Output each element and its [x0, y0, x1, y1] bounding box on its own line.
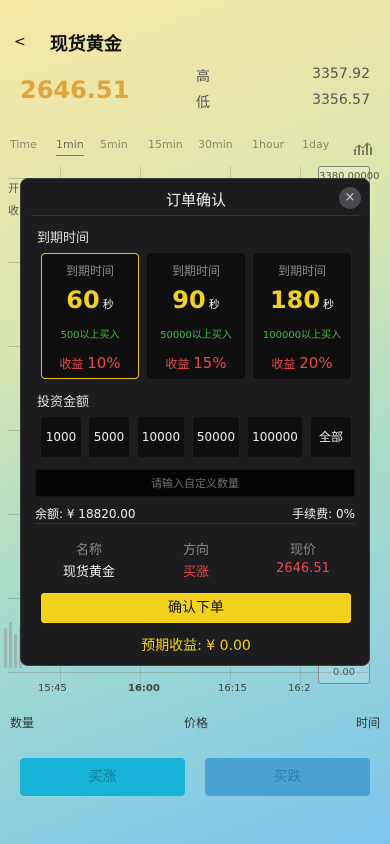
amount-option-10000[interactable]: 10000	[138, 417, 184, 457]
period-option-90[interactable]: 到期时间 90 秒 50000以上买入 收益 15%	[147, 253, 245, 379]
info-header-name: 名称	[75, 543, 102, 558]
period-profit: 收益 10%	[59, 354, 121, 372]
tab-5min[interactable]: 5min	[100, 138, 128, 151]
current-price: 2646.51	[20, 76, 130, 104]
close-label-fragment: 收	[8, 204, 19, 217]
period-seconds: 60 秒	[66, 286, 114, 314]
header-qty: 数量	[10, 716, 35, 730]
time-tick: 16:2	[288, 683, 311, 694]
page-title: 现货黄金	[50, 34, 122, 55]
close-icon[interactable]: ×	[339, 187, 361, 209]
modal-title: 订单确认	[165, 191, 226, 209]
amount-option-5000[interactable]: 5000	[89, 417, 129, 457]
expiry-section-label: 到期时间	[37, 231, 90, 246]
time-tick: 16:00	[128, 683, 160, 694]
period-min-amount: 50000以上买入	[160, 330, 232, 341]
tab-15min[interactable]: 15min	[148, 138, 183, 151]
time-tick: 15:45	[38, 683, 67, 694]
tab-1min[interactable]: 1min	[56, 138, 84, 156]
info-value-price: 2646.51	[276, 561, 330, 576]
fee-text: 手续费: 0%	[292, 507, 355, 521]
divider	[31, 215, 361, 216]
tab-time[interactable]: Time	[10, 138, 37, 151]
balance-text: 余额: ¥ 18820.00	[35, 507, 136, 521]
period-min-amount: 100000以上买入	[262, 330, 342, 341]
buy-fall-button[interactable]: 买跌	[205, 758, 370, 796]
tab-30min[interactable]: 30min	[198, 138, 233, 151]
period-option-60[interactable]: 到期时间 60 秒 500以上买入 收益 10%	[41, 253, 139, 379]
low-label: 低	[196, 95, 210, 111]
period-profit: 收益 15%	[165, 354, 227, 372]
amount-option-1000[interactable]: 1000	[41, 417, 81, 457]
amount-option-all[interactable]: 全部	[311, 417, 351, 457]
open-label-fragment: 开	[8, 182, 19, 195]
info-header-direction: 方向	[182, 543, 209, 558]
order-confirm-modal: 订单确认 × 到期时间 到期时间 60 秒 500以上买入 收益 10% 到期时间…	[20, 178, 370, 666]
amount-section-label: 投资金额	[37, 395, 90, 410]
high-label: 高	[196, 69, 210, 85]
tab-1day[interactable]: 1day	[302, 138, 329, 151]
period-option-180[interactable]: 到期时间 180 秒 100000以上买入 收益 20%	[253, 253, 351, 379]
period-label: 到期时间	[171, 264, 220, 278]
time-tick: 16:15	[218, 683, 247, 694]
header-price: 价格	[184, 716, 209, 730]
period-min-amount: 500以上买入	[60, 330, 120, 341]
amount-option-50000[interactable]: 50000	[193, 417, 239, 457]
custom-amount-input[interactable]	[35, 469, 355, 497]
period-seconds: 90 秒	[172, 286, 220, 314]
buy-rise-button[interactable]: 买涨	[20, 758, 185, 796]
back-button[interactable]: <	[14, 34, 26, 50]
expected-profit: 预期收益: ¥ 0.00	[141, 638, 251, 654]
divider	[35, 523, 355, 524]
timeframe-tabs: Time 1min 5min 15min 30min 1hour 1day	[0, 138, 390, 162]
period-label: 到期时间	[277, 264, 326, 278]
header-time: 时间	[356, 716, 381, 730]
tab-1hour[interactable]: 1hour	[252, 138, 284, 151]
high-value: 3357.92	[312, 66, 370, 82]
confirm-order-button[interactable]: 确认下单	[41, 593, 351, 623]
period-profit: 收益 20%	[271, 354, 333, 372]
low-value: 3356.57	[312, 92, 370, 108]
period-seconds: 180 秒	[269, 286, 335, 314]
info-value-direction: 买涨	[182, 565, 209, 580]
info-value-name: 现货黄金	[62, 565, 115, 580]
amount-option-100000[interactable]: 100000	[248, 417, 302, 457]
period-label: 到期时间	[65, 264, 114, 278]
info-header-price: 现价	[289, 543, 316, 558]
chart-type-icon[interactable]	[354, 140, 374, 156]
